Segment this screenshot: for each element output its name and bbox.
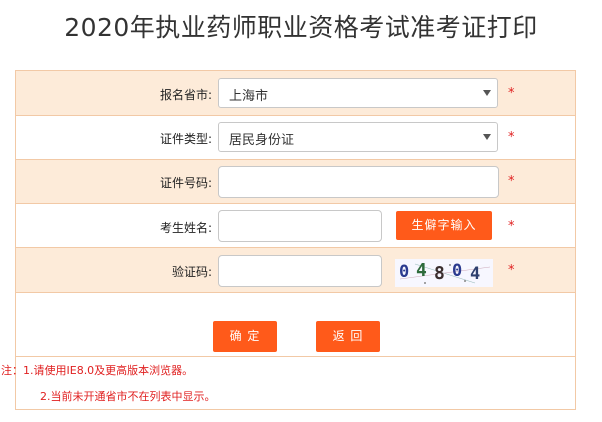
admission-ticket-form: 报名省市: 上海市 * 证件类型: 居民身份证 * 证件号码: * 考生姓名: …: [1, 70, 576, 410]
note-browser: 注：1.请使用IE8.0及更高版本浏览器。: [1, 364, 194, 377]
actions-row: 确 定 返 回: [16, 292, 575, 356]
captcha-char: 8: [434, 263, 445, 284]
captcha-char: 4: [470, 264, 481, 284]
province-label: 报名省市:: [159, 88, 212, 102]
captcha-char: 0: [399, 262, 410, 282]
captcha-label: 验证码:: [171, 265, 212, 279]
id-number-label: 证件号码:: [159, 176, 212, 190]
captcha-char: 0: [452, 261, 463, 281]
name-label: 考生姓名:: [159, 221, 212, 235]
id-type-label: 证件类型:: [159, 132, 212, 146]
page-title: 2020年执业药师职业资格考试准考证打印: [64, 13, 538, 42]
province-row: 报名省市: 上海市 *: [16, 71, 575, 115]
required-mark: *: [508, 263, 515, 278]
required-mark: *: [508, 130, 515, 145]
id-type-select[interactable]: 居民身份证: [218, 122, 498, 152]
back-button[interactable]: 返 回: [316, 321, 380, 352]
captcha-input[interactable]: [218, 255, 382, 287]
required-mark: *: [508, 86, 515, 101]
confirm-button[interactable]: 确 定: [213, 321, 277, 352]
required-mark: *: [508, 174, 515, 189]
id-number-input[interactable]: [218, 166, 499, 198]
captcha-char: 4: [416, 260, 427, 281]
province-selected-value: 上海市: [229, 89, 269, 104]
province-select[interactable]: 上海市: [218, 78, 498, 108]
notes-area: 注：1.请使用IE8.0及更高版本浏览器。 2.当前未开通省市不在列表中显示。: [1, 356, 575, 410]
name-row: 考生姓名: 生僻字输入 *: [16, 203, 575, 247]
captcha-row: 验证码: 0 4 8 0 4 *: [16, 247, 575, 292]
rare-char-input-button[interactable]: 生僻字输入: [396, 211, 492, 240]
chevron-down-icon: [483, 90, 491, 96]
id-number-row: 证件号码: *: [16, 159, 575, 203]
required-mark: *: [508, 219, 515, 234]
id-type-row: 证件类型: 居民身份证 *: [16, 115, 575, 159]
name-input[interactable]: [218, 210, 382, 242]
id-type-selected-value: 居民身份证: [229, 133, 295, 148]
captcha-image[interactable]: 0 4 8 0 4: [395, 259, 493, 287]
note-province: 2.当前未开通省市不在列表中显示。: [40, 390, 216, 403]
chevron-down-icon: [483, 134, 491, 140]
